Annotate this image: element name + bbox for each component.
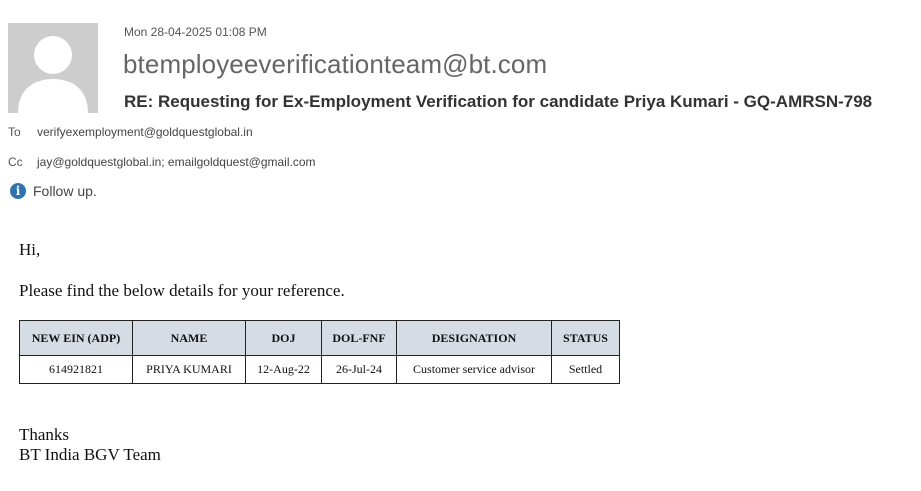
cell-designation: Customer service advisor	[396, 355, 552, 384]
cc-row: Cc jay@goldquestglobal.in; emailgoldquest…	[8, 155, 316, 169]
to-label: To	[8, 125, 21, 139]
cc-label: Cc	[8, 155, 23, 169]
info-icon: i	[10, 183, 26, 199]
header-name: NAME	[132, 320, 246, 356]
intro-text: Please find the below details for your r…	[19, 281, 345, 300]
sender-avatar	[8, 23, 98, 113]
header-ein: NEW EIN (ADP)	[19, 320, 133, 356]
sender-address[interactable]: btemployeeverificationteam@bt.com	[123, 49, 547, 80]
person-placeholder-icon	[8, 23, 98, 113]
greeting: Hi,	[19, 240, 41, 259]
signature-block: Thanks BT India BGV Team	[19, 425, 161, 465]
header-doj: DOJ	[245, 320, 322, 356]
followup-text: Follow up.	[33, 183, 97, 199]
followup-flag[interactable]: i Follow up.	[10, 183, 97, 199]
closing-text: Thanks	[19, 425, 70, 444]
email-subject: RE: Requesting for Ex-Employment Verific…	[124, 92, 873, 111]
header-dol-fnf: DOL-FNF	[321, 320, 397, 356]
cc-recipients[interactable]: jay@goldquestglobal.in; emailgoldquest@g…	[37, 155, 316, 169]
table-header-row: NEW EIN (ADP) NAME DOJ DOL-FNF DESIGNATI…	[19, 320, 620, 356]
cell-doj: 12-Aug-22	[245, 355, 322, 384]
to-row: To verifyexemployment@goldquestglobal.in	[8, 125, 253, 139]
header-status: STATUS	[551, 320, 620, 356]
details-table: NEW EIN (ADP) NAME DOJ DOL-FNF DESIGNATI…	[19, 320, 620, 384]
cell-ein: 614921821	[19, 355, 133, 384]
cell-status: Settled	[551, 355, 620, 384]
signature-text: BT India BGV Team	[19, 445, 161, 464]
header-designation: DESIGNATION	[396, 320, 552, 356]
table-row: 614921821 PRIYA KUMARI 12-Aug-22 26-Jul-…	[19, 355, 620, 384]
sent-timestamp: Mon 28-04-2025 01:08 PM	[124, 25, 267, 39]
cell-dol-fnf: 26-Jul-24	[321, 355, 397, 384]
to-recipients[interactable]: verifyexemployment@goldquestglobal.in	[37, 125, 253, 139]
cell-name: PRIYA KUMARI	[132, 355, 246, 384]
